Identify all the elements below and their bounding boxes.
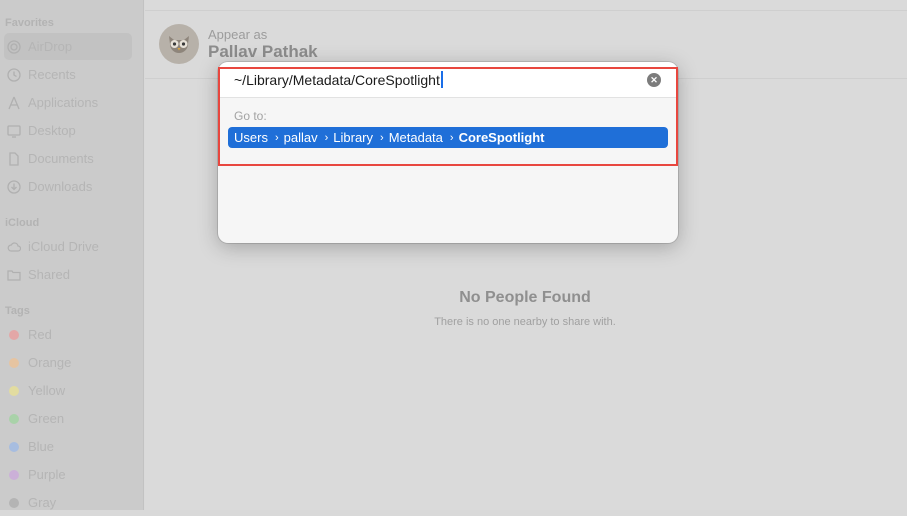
cloud-icon (7, 240, 21, 254)
sidebar: Favorites AirDrop Recents Applications D… (0, 0, 144, 510)
sidebar-item-label: Orange (28, 355, 72, 370)
document-icon (7, 151, 21, 166)
sidebar-item-label: Purple (28, 467, 66, 482)
tag-color-dot (9, 497, 19, 508)
text-caret (440, 71, 443, 88)
sidebar-item-label: Gray (28, 495, 57, 510)
sidebar-item-label: Documents (28, 151, 94, 166)
empty-state-title: No People Found (459, 289, 591, 306)
owl-avatar-icon (169, 36, 189, 53)
sidebar-item-tag-orange[interactable]: Orange (4, 349, 132, 376)
sidebar-item-label: iCloud Drive (28, 239, 99, 254)
go-to-label: Go to: (234, 109, 267, 123)
tags-section-title: Tags (5, 305, 30, 317)
sidebar-item-applications[interactable]: Applications (4, 89, 132, 116)
sidebar-item-tag-green[interactable]: Green (4, 405, 132, 432)
chevron-right-icon: › (324, 131, 329, 144)
sidebar-item-recents[interactable]: Recents (4, 61, 132, 88)
breadcrumb-item: Metadata (388, 130, 443, 145)
clock-icon (7, 67, 21, 82)
sidebar-item-tag-gray[interactable]: Gray (4, 489, 132, 516)
path-input-value: ~/Library/Metadata/CoreSpotlight (234, 72, 440, 88)
sidebar-item-tag-yellow[interactable]: Yellow (4, 377, 132, 404)
go-to-folder-dialog: ~/Library/Metadata/CoreSpotlight ✕ Go to… (218, 62, 678, 243)
sidebar-item-label: AirDrop (28, 39, 73, 54)
sidebar-item-label: Green (28, 411, 65, 426)
sidebar-item-label: Shared (28, 267, 70, 282)
sidebar-item-airdrop[interactable]: AirDrop (4, 33, 132, 60)
path-suggestion[interactable]: Users › pallav › Library › Metadata › Co… (228, 127, 668, 148)
window-toolbar (145, 0, 907, 11)
shared-folder-icon (7, 268, 21, 282)
breadcrumb-item: Users (234, 130, 268, 145)
breadcrumb-item-current: CoreSpotlight (458, 130, 545, 145)
tag-color-dot (9, 329, 19, 340)
tag-color-dot (9, 413, 19, 424)
sidebar-item-tag-red[interactable]: Red (4, 321, 132, 348)
desktop-icon (7, 124, 21, 138)
breadcrumb-item: pallav (283, 130, 318, 145)
sidebar-item-label: Downloads (28, 179, 93, 194)
path-input[interactable]: ~/Library/Metadata/CoreSpotlight (234, 71, 443, 88)
download-icon (7, 179, 21, 194)
sidebar-item-label: Yellow (28, 383, 66, 398)
path-input-field[interactable]: ~/Library/Metadata/CoreSpotlight ✕ (218, 62, 678, 98)
avatar[interactable] (159, 24, 199, 64)
icloud-section-title: iCloud (5, 217, 40, 229)
favorites-section-title: Favorites (5, 17, 54, 29)
sidebar-item-tag-purple[interactable]: Purple (4, 461, 132, 488)
sidebar-item-shared[interactable]: Shared (4, 261, 132, 288)
breadcrumb-item: Library (333, 130, 374, 145)
tag-color-dot (9, 441, 19, 452)
sidebar-item-label: Blue (28, 439, 55, 454)
tag-color-dot (9, 469, 19, 480)
chevron-right-icon: › (449, 131, 454, 144)
tag-color-dot (9, 357, 19, 368)
applications-icon (7, 96, 21, 110)
sidebar-item-tag-blue[interactable]: Blue (4, 433, 132, 460)
empty-state-subtitle: There is no one nearby to share with. (434, 316, 616, 328)
tag-color-dot (9, 385, 19, 396)
sidebar-item-downloads[interactable]: Downloads (4, 173, 132, 200)
sidebar-item-desktop[interactable]: Desktop (4, 117, 132, 144)
appear-as-label: Appear as (208, 26, 268, 42)
sidebar-item-documents[interactable]: Documents (4, 145, 132, 172)
sidebar-item-icloud-drive[interactable]: iCloud Drive (4, 233, 132, 260)
chevron-right-icon: › (380, 131, 384, 144)
sidebar-item-label: Applications (28, 95, 99, 110)
chevron-right-icon: › (274, 131, 279, 144)
appear-as-header: Appear as Pallav Pathak (159, 24, 318, 64)
airdrop-icon (7, 39, 21, 54)
clear-icon[interactable]: ✕ (647, 73, 661, 87)
user-name: Pallav Pathak (208, 41, 318, 61)
sidebar-item-label: Recents (28, 67, 76, 82)
sidebar-item-label: Red (28, 327, 52, 342)
sidebar-item-label: Desktop (28, 123, 76, 138)
